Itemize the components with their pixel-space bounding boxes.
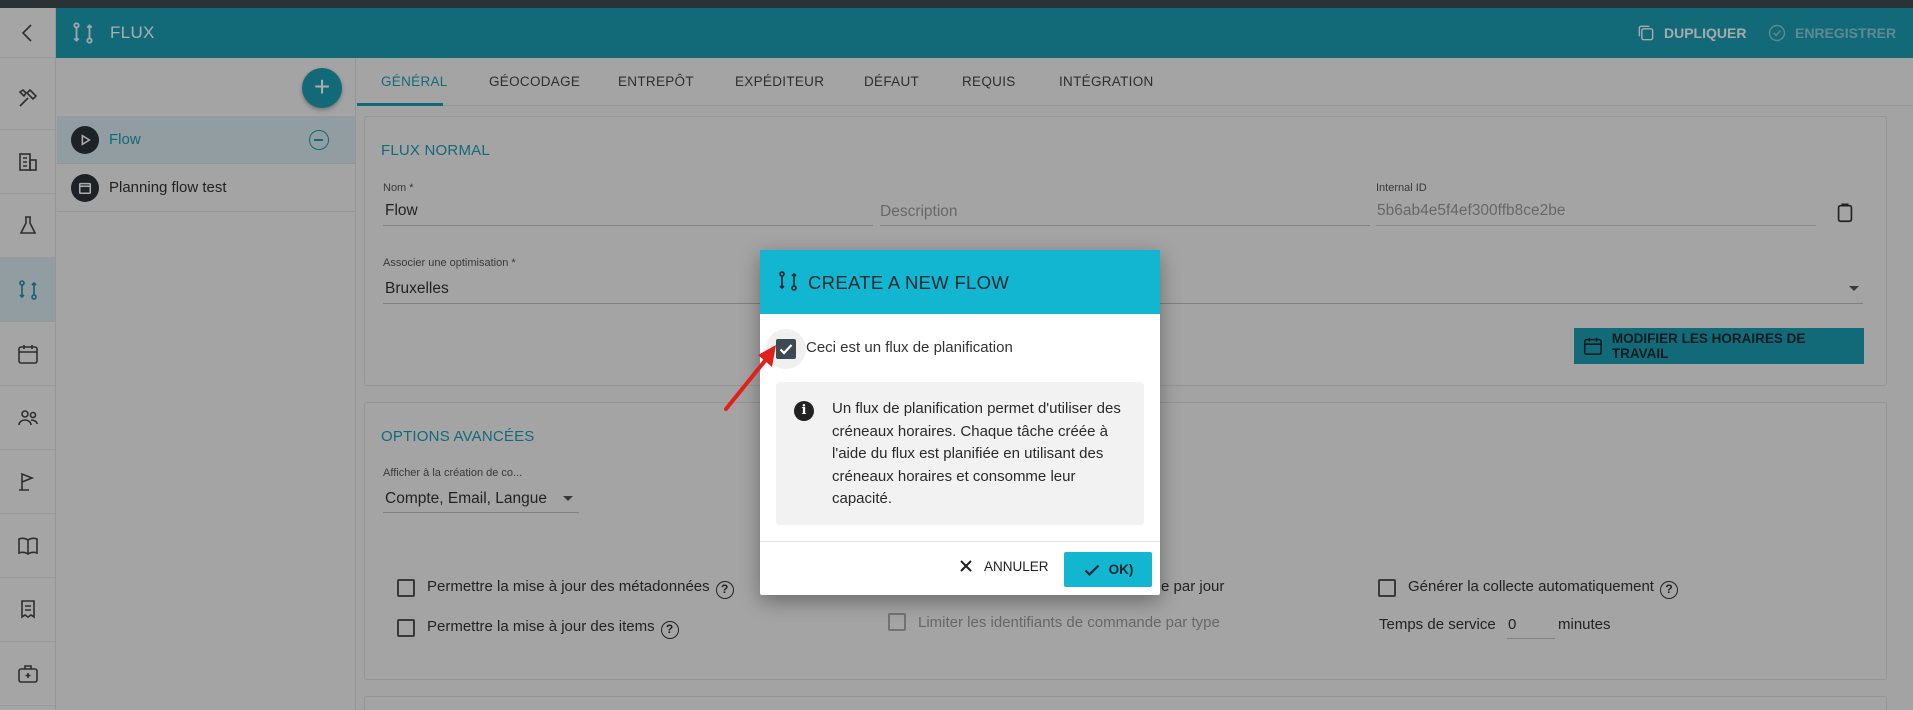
dialog-title: CREATE A NEW FLOW [808,272,1010,293]
check-icon [1084,564,1099,576]
ok-label: OK) [1108,562,1134,577]
dialog-header: CREATE A NEW FLOW [760,250,1160,314]
annotation-arrow-icon [724,345,776,411]
cancel-button[interactable]: ANNULER [958,558,1049,574]
flow-icon [779,271,797,291]
close-icon [960,560,972,572]
info-text: Un flux de planification permet d'utilis… [832,400,1121,507]
info-icon: i [794,401,814,421]
planning-flow-checkbox-label: Ceci est un flux de planification [806,339,1013,356]
ok-button[interactable]: OK) [1064,552,1152,587]
cancel-label: ANNULER [984,558,1049,574]
